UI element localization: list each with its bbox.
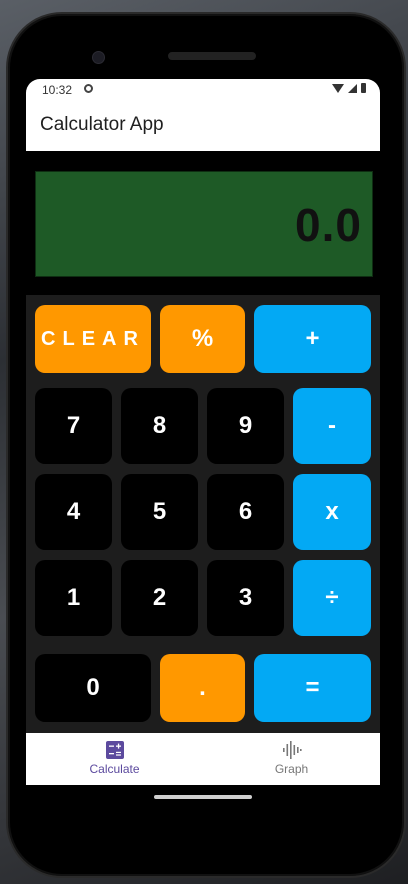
home-indicator[interactable] [154, 795, 252, 799]
status-time: 10:32 [42, 83, 73, 97]
keypad: CLEAR % + 7 8 9 - 4 5 6 x 1 2 3 ÷ 0 . = [26, 295, 380, 733]
decimal-button[interactable]: . [160, 654, 245, 722]
nav-label-calculate: Calculate [89, 762, 140, 776]
plus-button[interactable]: + [254, 305, 371, 373]
multiply-button[interactable]: x [293, 474, 371, 550]
app-bar: Calculator App [26, 101, 380, 151]
status-icons [332, 83, 366, 93]
digit-6-button[interactable]: 6 [207, 474, 284, 550]
divide-button[interactable]: ÷ [293, 560, 371, 636]
screen: 10:32 Calculator App 0.0 CLEAR % + 7 8 9… [26, 79, 380, 785]
clear-button[interactable]: CLEAR [35, 305, 151, 373]
app-title: Calculator App [40, 114, 164, 135]
battery-icon [361, 83, 366, 93]
earpiece-speaker [168, 52, 256, 60]
calculate-icon [105, 741, 124, 759]
minus-button[interactable]: - [293, 388, 371, 464]
nav-item-graph[interactable]: Graph [203, 733, 380, 785]
digit-9-button[interactable]: 9 [207, 388, 284, 464]
display-value: 0.0 [295, 199, 362, 251]
digit-7-button[interactable]: 7 [35, 388, 112, 464]
nav-label-graph: Graph [274, 762, 309, 776]
percent-button[interactable]: % [160, 305, 245, 373]
display-area: 0.0 [26, 151, 380, 295]
digit-4-button[interactable]: 4 [35, 474, 112, 550]
equals-button[interactable]: = [254, 654, 371, 722]
digit-3-button[interactable]: 3 [207, 560, 284, 636]
status-bar: 10:32 [26, 79, 380, 101]
digit-2-button[interactable]: 2 [121, 560, 198, 636]
graph-icon [282, 741, 302, 759]
digit-0-button[interactable]: 0 [35, 654, 151, 722]
signal-icon [348, 83, 357, 93]
calculator-display: 0.0 [35, 171, 373, 277]
front-camera [92, 51, 105, 64]
digit-8-button[interactable]: 8 [121, 388, 198, 464]
wifi-icon [332, 83, 344, 93]
digit-5-button[interactable]: 5 [121, 474, 198, 550]
nav-item-calculate[interactable]: Calculate [26, 733, 203, 785]
digit-1-button[interactable]: 1 [35, 560, 112, 636]
bottom-navigation: Calculate Graph [26, 733, 380, 785]
notification-icon [84, 84, 93, 93]
